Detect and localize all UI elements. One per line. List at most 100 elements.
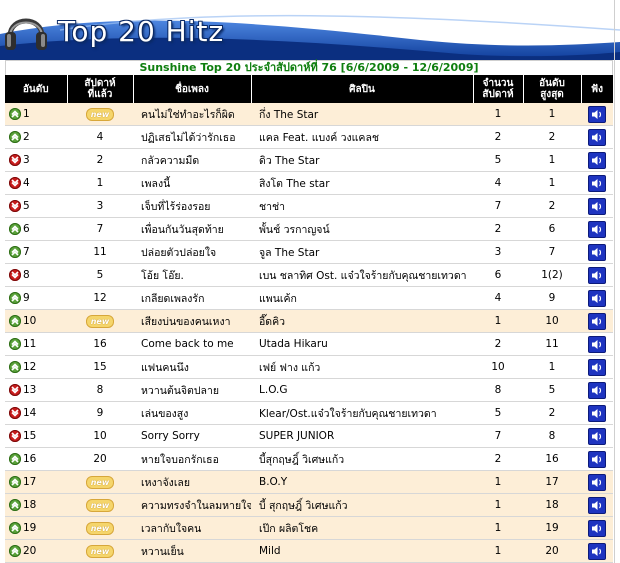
peak-cell: 2	[523, 194, 581, 218]
weeks-cell: 2	[473, 332, 523, 356]
last-week-value: 11	[93, 246, 107, 258]
speaker-icon[interactable]	[588, 151, 606, 169]
speaker-icon[interactable]	[588, 381, 606, 399]
rank-value: 3	[23, 154, 30, 166]
table-row: 17 new เหงาจังเลย B.O.Y 1 17	[5, 470, 613, 494]
artist-cell: บี้ สุกฤษฎิ์ วิเศษแก้ว	[251, 493, 473, 517]
listen-cell	[581, 263, 613, 287]
arrow-up-icon	[9, 545, 21, 557]
speaker-icon[interactable]	[588, 473, 606, 491]
table-row: 16 20 หายใจบอกรักเธอ บี้สุกฤษฎิ์ วิเศษแก้ว 2…	[5, 447, 613, 471]
arrow-down-icon	[9, 200, 21, 212]
rank-value: 2	[23, 131, 30, 143]
listen-cell	[581, 240, 613, 264]
speaker-icon[interactable]	[588, 335, 606, 353]
arrow-down-icon	[9, 269, 21, 281]
weeks-cell: 2	[473, 447, 523, 471]
weeks-cell: 7	[473, 194, 523, 218]
rank-cell: 13	[5, 378, 67, 402]
chart-container: Sunshine Top 20 ประจำสัปดาห์ที่ 76 [6/6/…	[5, 60, 614, 563]
speaker-icon[interactable]	[588, 266, 606, 284]
speaker-icon[interactable]	[588, 358, 606, 376]
listen-cell	[581, 516, 613, 540]
weeks-cell: 6	[473, 263, 523, 287]
weeks-cell: 5	[473, 401, 523, 425]
speaker-icon[interactable]	[588, 496, 606, 514]
rank-value: 6	[23, 223, 30, 235]
peak-cell: 16	[523, 447, 581, 471]
chart-subtitle: Sunshine Top 20 ประจำสัปดาห์ที่ 76 [6/6/…	[5, 60, 613, 75]
peak-cell: 6	[523, 217, 581, 241]
speaker-icon[interactable]	[588, 519, 606, 537]
last-week-value: 16	[93, 338, 107, 350]
last-week-cell: new	[67, 103, 133, 126]
rank-value: 7	[23, 246, 30, 258]
weeks-cell: 2	[473, 125, 523, 149]
arrow-down-icon	[9, 384, 21, 396]
table-header-row: อันดับ สัปดาห์ ที่แล้ว ชื่อเพลง ศิลปิน จำ…	[5, 75, 614, 103]
speaker-icon[interactable]	[588, 427, 606, 445]
weeks-cell: 1	[473, 470, 523, 494]
artist-cell: พั้นช์ วรกาญจน์	[251, 217, 473, 241]
weeks-cell: 1	[473, 309, 523, 333]
speaker-icon[interactable]	[588, 243, 606, 261]
artist-cell: L.O.G	[251, 378, 473, 402]
artist-cell: สิงโต The star	[251, 171, 473, 195]
header-song: ชื่อเพลง	[133, 75, 252, 103]
peak-cell: 1	[523, 171, 581, 195]
peak-cell: 17	[523, 470, 581, 494]
speaker-icon[interactable]	[588, 289, 606, 307]
rank-cell: 19	[5, 516, 67, 540]
last-week-cell: new	[67, 470, 133, 494]
last-week-cell: 12	[67, 286, 133, 310]
song-cell: แฟนคนนึง	[133, 355, 251, 379]
last-week-cell: 2	[67, 148, 133, 172]
arrow-up-icon	[9, 108, 21, 120]
rank-cell: 2	[5, 125, 67, 149]
last-week-value: 20	[93, 453, 107, 465]
rank-cell: 15	[5, 424, 67, 448]
table-row: 8 5 โอ้ย โอ๊ย. เบน ชลาทิศ Ost. แจ๋วใจร้ายกั…	[5, 263, 613, 287]
last-week-cell: 20	[67, 447, 133, 471]
table-row: 4 1 เพลงนี้ สิงโต The star 4 1	[5, 171, 613, 195]
rank-value: 19	[23, 522, 37, 534]
speaker-icon[interactable]	[588, 542, 606, 560]
table-row: 3 2 กลัวความมืด ดิว The Star 5 1	[5, 148, 613, 172]
listen-cell	[581, 148, 613, 172]
weeks-cell: 1	[473, 103, 523, 126]
song-cell: เหงาจังเลย	[133, 470, 251, 494]
artist-cell: แพนเค้ก	[251, 286, 473, 310]
weeks-cell: 1	[473, 516, 523, 540]
artist-cell: เป๊ก ผลิตโชค	[251, 516, 473, 540]
artist-cell: ดิว The Star	[251, 148, 473, 172]
song-cell: หวานเย็น	[133, 539, 251, 563]
weeks-cell: 8	[473, 378, 523, 402]
rank-cell: 11	[5, 332, 67, 356]
song-cell: ปล่อยตัวปล่อยใจ	[133, 240, 251, 264]
last-week-cell: 9	[67, 401, 133, 425]
speaker-icon[interactable]	[588, 174, 606, 192]
speaker-icon[interactable]	[588, 128, 606, 146]
listen-cell	[581, 539, 613, 563]
header-rank: อันดับ	[5, 75, 68, 103]
weeks-cell: 10	[473, 355, 523, 379]
arrow-up-icon	[9, 292, 21, 304]
rank-value: 8	[23, 269, 30, 281]
speaker-icon[interactable]	[588, 312, 606, 330]
peak-cell: 1	[523, 355, 581, 379]
rank-cell: 1	[5, 103, 67, 126]
arrow-up-icon	[9, 453, 21, 465]
speaker-icon[interactable]	[588, 404, 606, 422]
rank-cell: 6	[5, 217, 67, 241]
speaker-icon[interactable]	[588, 220, 606, 238]
last-week-value: 2	[96, 154, 104, 166]
table-row: 1 new คนไม่ใช่ทำอะไรก็ผิด กึ่ง The Star 1 1	[5, 103, 613, 126]
song-cell: คนไม่ใช่ทำอะไรก็ผิด	[133, 103, 251, 126]
new-badge: new	[86, 498, 114, 512]
song-cell: หายใจบอกรักเธอ	[133, 447, 251, 471]
arrow-down-icon	[9, 407, 21, 419]
speaker-icon[interactable]	[588, 197, 606, 215]
table-row: 11 16 Come back to me Utada Hikaru 2 11	[5, 332, 613, 356]
speaker-icon[interactable]	[588, 450, 606, 468]
speaker-icon[interactable]	[588, 105, 606, 123]
